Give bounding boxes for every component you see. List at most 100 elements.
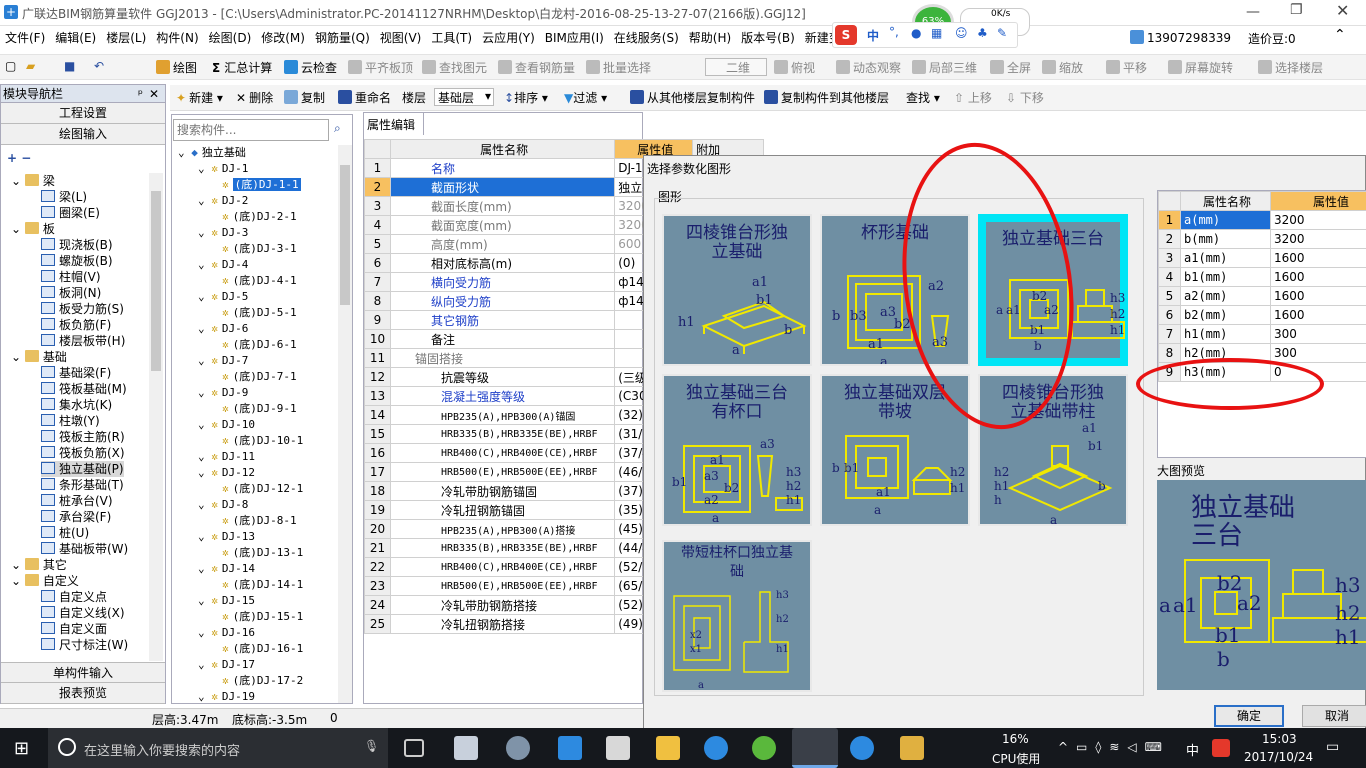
top-view-button[interactable]: 俯视	[774, 59, 815, 76]
component-tree-item[interactable]: ✲ (底)DJ-17-2	[222, 673, 303, 689]
nav-tree-item[interactable]: 桩承台(V)	[41, 493, 113, 509]
floor-select[interactable]: 基础层 ▾	[434, 88, 494, 106]
component-tree-item[interactable]: ⌄ ✲ DJ-9	[198, 385, 248, 401]
menu-item-1[interactable]: 编辑(E)	[50, 26, 101, 50]
ie-icon[interactable]	[704, 736, 728, 760]
nav-tree-item[interactable]: 筏板负筋(X)	[41, 445, 125, 461]
rename-button[interactable]: 重命名	[338, 89, 391, 106]
nav-tree-item[interactable]: 梁(L)	[41, 189, 87, 205]
nav-tree-item[interactable]: 自定义线(X)	[41, 605, 125, 621]
menu-item-8[interactable]: 工具(T)	[426, 26, 477, 50]
ime-indicator[interactable]: 中	[1186, 740, 1199, 759]
nav-tree-item[interactable]: 板洞(N)	[41, 285, 101, 301]
expand-icon[interactable]: ⌄	[198, 626, 211, 639]
batch-select-button[interactable]: 批量选择	[586, 59, 651, 76]
nav-tree-item[interactable]: 承台梁(F)	[41, 509, 111, 525]
move-down-button[interactable]: ⇩ 下移	[1006, 89, 1044, 106]
expand-icon[interactable]: ⌄	[11, 574, 25, 588]
nav-tree-item[interactable]: ⌄ 板	[11, 221, 55, 237]
expand-icon[interactable]: ⌄	[198, 466, 211, 479]
component-tree-item[interactable]: ⌄ ✲ DJ-5	[198, 289, 248, 305]
explorer-icon[interactable]	[656, 736, 680, 760]
taskbar-search[interactable]: 在这里输入你要搜索的内容 🎙	[48, 728, 388, 768]
param-row[interactable]: 1 a(mm) 3200	[1158, 210, 1366, 230]
tray-icons[interactable]: ^▭◊≋◁⌨	[1058, 740, 1170, 754]
new-file-icon[interactable]: ▢	[5, 59, 16, 73]
param-row[interactable]: 4 b1(mm) 1600	[1158, 267, 1366, 287]
expand-icon[interactable]: ⌄	[198, 498, 211, 511]
nav-tree-item[interactable]: 筏板主筋(R)	[41, 429, 125, 445]
component-tree-item[interactable]: ⌄ ✲ DJ-3	[198, 225, 248, 241]
component-tree-item[interactable]: ✲ (底)DJ-15-1	[222, 609, 303, 625]
expand-icon[interactable]: ⌄	[198, 530, 211, 543]
minimize-button[interactable]: —	[1246, 4, 1266, 20]
expand-icon[interactable]: ⌄	[198, 162, 211, 175]
menu-item-3[interactable]: 构件(N)	[151, 26, 203, 50]
component-tree-item[interactable]: ✲ (底)DJ-9-1	[222, 401, 297, 417]
component-tree-item[interactable]: ⌄ ✲ DJ-13	[198, 529, 255, 545]
copy-from-floor-button[interactable]: 从其他楼层复制构件	[630, 89, 755, 106]
zoom-button[interactable]: 缩放	[1042, 59, 1083, 76]
nav-tree-item[interactable]: 楼层板带(H)	[41, 333, 125, 349]
windows-start-icon[interactable]: ⊞	[14, 738, 29, 759]
expand-icon[interactable]: ⌄	[198, 258, 211, 271]
nav-tree-item[interactable]: ⌄ 自定义	[11, 573, 79, 589]
glodon-app-icon[interactable]	[792, 728, 838, 768]
component-tree-item[interactable]: ✲ (底)DJ-6-1	[222, 337, 297, 353]
ok-button[interactable]: 确定	[1214, 705, 1284, 727]
dynamic-view-button[interactable]: 动态观察	[836, 59, 901, 76]
mic-icon[interactable]: ●	[911, 26, 921, 40]
expand-icon[interactable]: ⌄	[11, 350, 25, 364]
level-top-button[interactable]: 平齐板顶	[348, 59, 413, 76]
component-scrollbar[interactable]	[338, 145, 352, 703]
component-tree-item[interactable]: ⌄ ✲ DJ-11	[198, 449, 255, 465]
nav-tree-item[interactable]: 筏板基础(M)	[41, 381, 127, 397]
component-tree-item[interactable]: ✲ (底)DJ-3-1	[222, 241, 297, 257]
browser360-icon[interactable]	[752, 736, 776, 760]
component-tree-item[interactable]: ✲ (底)DJ-10-1	[222, 433, 303, 449]
cloud-check-button[interactable]: 云检查	[284, 59, 337, 76]
pan-button[interactable]: 平移	[1106, 59, 1147, 76]
component-tree-item[interactable]: ✲ (底)DJ-5-1	[222, 305, 297, 321]
expand-icon[interactable]: ⌄	[198, 594, 211, 607]
menu-item-12[interactable]: 帮助(H)	[684, 26, 736, 50]
expand-icon[interactable]: ⌄	[198, 226, 211, 239]
copy-button[interactable]: 复制	[284, 89, 325, 106]
nav-tree-item[interactable]: ⌄ 基础	[11, 349, 67, 365]
component-tree-item[interactable]: ⌄ ✲ DJ-16	[198, 625, 255, 641]
edge-icon[interactable]	[558, 736, 582, 760]
component-tree-item[interactable]: ⌄ ✲ DJ-15	[198, 593, 255, 609]
fan-app-icon[interactable]	[454, 736, 478, 760]
menu-item-0[interactable]: 文件(F)	[0, 26, 50, 50]
menu-item-9[interactable]: 云应用(Y)	[477, 26, 540, 50]
expand-icon[interactable]: ⌄	[198, 290, 211, 303]
nav-tree-item[interactable]: 柱墩(Y)	[41, 413, 100, 429]
nav-tree-item[interactable]: 板负筋(F)	[41, 317, 111, 333]
move-up-button[interactable]: ⇧ 上移	[954, 89, 992, 106]
component-tree-item[interactable]: ⌄ ✲ DJ-17	[198, 657, 255, 673]
filter-button[interactable]: ▼过滤 ▾	[564, 89, 607, 106]
fullscreen-button[interactable]: 全屏	[990, 59, 1031, 76]
component-tree-item[interactable]: ⌄ ✲ DJ-7	[198, 353, 248, 369]
ime-chinese-icon[interactable]: 中	[867, 27, 879, 44]
component-tree-item[interactable]: ✲ (底)DJ-13-1	[222, 545, 303, 561]
new-component-button[interactable]: ✦ 新建 ▾	[176, 89, 223, 106]
expand-icon[interactable]: ⌄	[198, 418, 211, 431]
store-icon[interactable]	[606, 736, 630, 760]
nav-scrollbar[interactable]	[149, 173, 163, 661]
menu-item-2[interactable]: 楼层(L)	[101, 26, 151, 50]
copy-to-floor-button[interactable]: 复制构件到其他楼层	[764, 89, 889, 106]
nav-tree-item[interactable]: 基础板带(W)	[41, 541, 128, 557]
nav-tree-item[interactable]: 桩(U)	[41, 525, 89, 541]
nav-tree-item[interactable]: ⌄ 其它	[11, 557, 67, 573]
param-row[interactable]: 7 h1(mm) 300	[1158, 324, 1366, 344]
component-tree-item[interactable]: ⌄ ✲ DJ-14	[198, 561, 255, 577]
component-tree-item[interactable]: ✲ (底)DJ-12-1	[222, 481, 303, 497]
component-tree-item[interactable]: ⌄ ✲ DJ-19	[198, 689, 255, 705]
sort-button[interactable]: ↕排序 ▾	[504, 89, 548, 106]
component-tree-item[interactable]: ⌄ ✲ DJ-2	[198, 193, 248, 209]
expand-icon[interactable]: ⌄	[198, 322, 211, 335]
nav-tree-item[interactable]: 条形基础(T)	[41, 477, 124, 493]
keyboard-icon[interactable]: ▦	[931, 26, 942, 40]
task-view-icon[interactable]	[404, 739, 424, 757]
